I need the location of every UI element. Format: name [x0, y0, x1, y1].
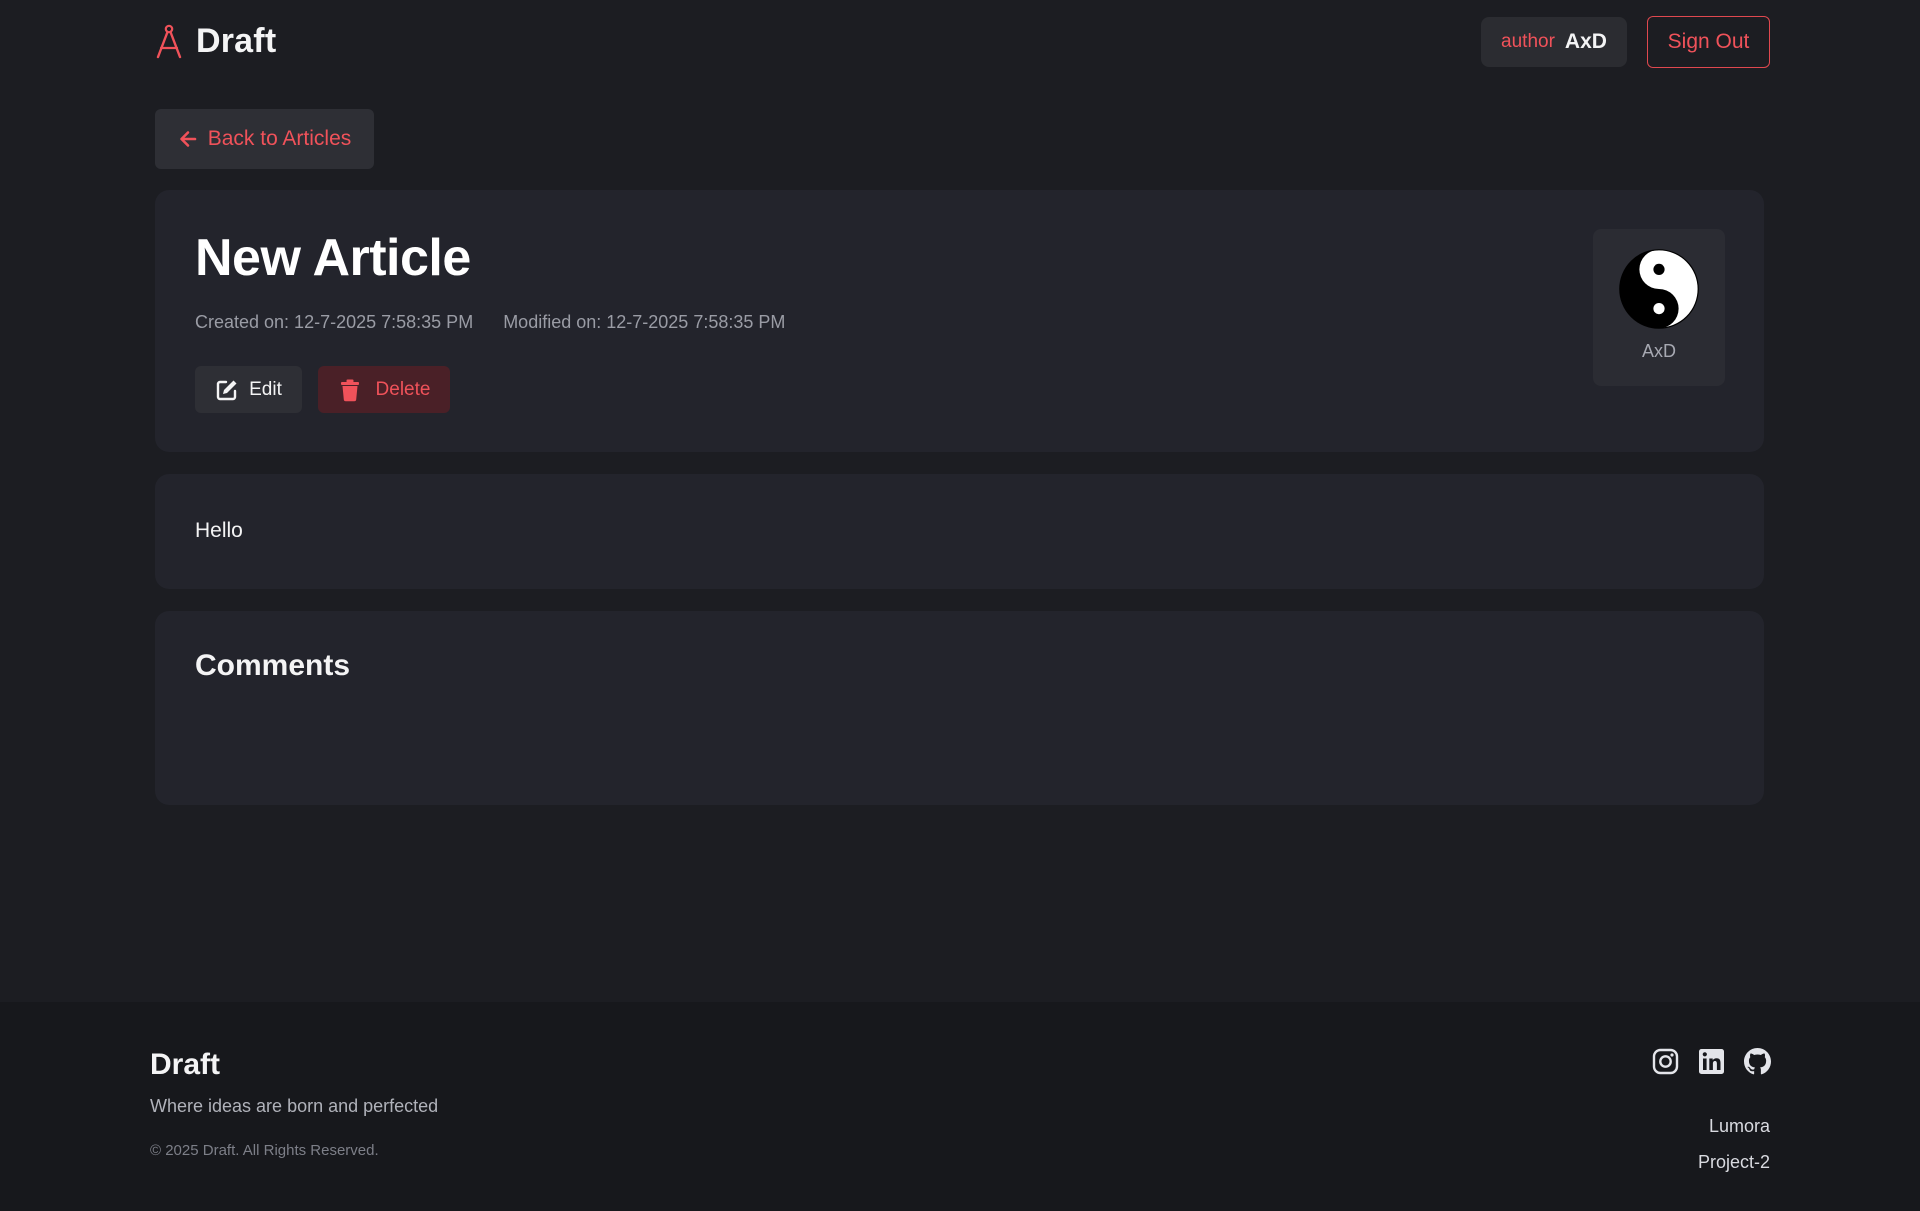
delete-label: Delete	[375, 378, 431, 400]
article-body-text: Hello	[195, 519, 243, 542]
article-body-card: Hello	[155, 474, 1764, 589]
article-actions: Edit Delete	[195, 366, 450, 413]
edit-icon	[216, 380, 237, 400]
footer-link-project-2[interactable]: Project-2	[1698, 1144, 1770, 1180]
brand[interactable]: Draft	[154, 22, 276, 61]
comments-heading: Comments	[195, 649, 351, 682]
yin-yang-avatar	[1619, 249, 1699, 329]
sign-out-button[interactable]: Sign Out	[1647, 16, 1770, 68]
social-links	[1652, 1048, 1771, 1075]
author-name: AxD	[1641, 341, 1676, 361]
footer-brand: Draft	[150, 1048, 221, 1081]
comments-section: Comments	[155, 611, 1764, 805]
footer: Draft Where ideas are born and perfected…	[0, 1002, 1920, 1211]
brand-title: Draft	[196, 22, 277, 60]
instagram-icon[interactable]	[1652, 1048, 1679, 1075]
trash-icon	[340, 379, 359, 401]
delete-button[interactable]: Delete	[318, 366, 450, 413]
article-title: New Article	[195, 229, 471, 287]
top-header: Draft author AxD Sign Out	[0, 0, 1920, 84]
article-header-card: New Article Created on: 12-7-2025 7:58:3…	[155, 190, 1764, 452]
arrow-left-icon	[179, 131, 197, 147]
github-icon[interactable]	[1744, 1048, 1771, 1075]
back-to-articles-label: Back to Articles	[207, 127, 352, 150]
created-date: Created on: 12-7-2025 7:58:35 PM	[195, 312, 474, 332]
article-meta: Created on: 12-7-2025 7:58:35 PM Modifie…	[195, 312, 785, 333]
back-to-articles-button[interactable]: Back to Articles	[155, 109, 374, 169]
footer-tagline: Where ideas are born and perfected	[150, 1096, 439, 1116]
linkedin-icon[interactable]	[1698, 1048, 1725, 1075]
edit-label: Edit	[249, 378, 282, 400]
footer-links: Lumora Project-2	[1698, 1108, 1770, 1180]
user-name-label: AxD	[1564, 30, 1607, 53]
footer-link-lumora[interactable]: Lumora	[1698, 1108, 1770, 1144]
user-badge: author AxD	[1481, 17, 1627, 67]
edit-button[interactable]: Edit	[195, 366, 302, 413]
author-card[interactable]: AxD	[1593, 229, 1725, 386]
modified-date: Modified on: 12-7-2025 7:58:35 PM	[503, 312, 786, 332]
user-role-label: author	[1501, 31, 1555, 52]
compass-icon	[156, 24, 182, 58]
footer-copyright: © 2025 Draft. All Rights Reserved.	[150, 1142, 379, 1159]
